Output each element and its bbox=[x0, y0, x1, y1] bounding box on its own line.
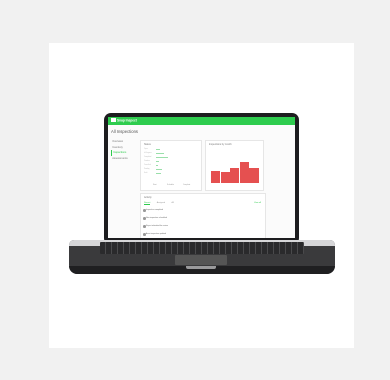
chart-bar bbox=[239, 161, 249, 183]
tab-recent[interactable]: Recent bbox=[144, 202, 151, 205]
status-row-label: Pending bbox=[144, 169, 150, 170]
brand-logo[interactable]: Snap Inspect bbox=[111, 118, 137, 123]
status-row-label: Overdue bbox=[144, 161, 150, 162]
status-row-label: In Progress bbox=[144, 153, 152, 154]
status-bar bbox=[156, 165, 158, 167]
status-bar bbox=[156, 173, 161, 175]
status-row-label: Completed bbox=[144, 157, 152, 158]
status-panel: Status Open In Progress Completed Overdu… bbox=[140, 140, 202, 191]
status-panel-title: Status bbox=[144, 143, 151, 146]
chart-bar bbox=[230, 168, 240, 183]
status-row-label: Cancelled bbox=[144, 165, 151, 166]
activity-panel-title: Activity bbox=[144, 196, 152, 199]
activity-item[interactable]: Report submitted for review bbox=[146, 225, 168, 227]
activity-item[interactable]: Inspection completed bbox=[146, 209, 163, 211]
sidebar: Overview Inventory Inspections Assessmen… bbox=[111, 139, 134, 161]
chart-bar bbox=[249, 168, 259, 183]
status-bar bbox=[156, 161, 159, 163]
chart-bar bbox=[220, 172, 230, 183]
chart-panel: Inspections by month bbox=[205, 140, 264, 191]
sidebar-item-assessments[interactable]: Assessments bbox=[111, 156, 134, 162]
activity-item[interactable]: New inspection scheduled bbox=[146, 217, 167, 219]
laptop-screen: Snap Inspect All Inspections Overview In… bbox=[108, 117, 295, 238]
status-bar bbox=[156, 153, 164, 155]
activity-tabs: Recent Assigned All bbox=[144, 202, 180, 205]
complete-button[interactable]: Complete bbox=[183, 184, 190, 186]
tab-all[interactable]: All bbox=[171, 202, 173, 204]
start-button[interactable]: Start bbox=[153, 184, 157, 186]
tab-assigned[interactable]: Assigned bbox=[157, 202, 165, 204]
lid-notch bbox=[186, 266, 216, 269]
chart-panel-title: Inspections by month bbox=[209, 143, 232, 146]
trackpad bbox=[175, 255, 227, 265]
status-row-label: Open bbox=[144, 149, 148, 150]
status-bar bbox=[156, 157, 168, 159]
activity-panel: Activity Recent Assigned All View all In… bbox=[140, 193, 266, 238]
keyboard bbox=[100, 242, 304, 254]
page-title: All Inspections bbox=[111, 129, 138, 134]
bar-chart bbox=[211, 159, 259, 183]
status-bar bbox=[156, 169, 162, 171]
view-all-link[interactable]: View all bbox=[254, 202, 261, 204]
chart-bar bbox=[211, 171, 221, 183]
status-row-label: Draft bbox=[144, 173, 148, 174]
app-header: Snap Inspect bbox=[108, 117, 295, 125]
logo-icon bbox=[111, 118, 116, 122]
brand-name: Snap Inspect bbox=[117, 118, 137, 123]
status-bar bbox=[156, 149, 160, 151]
schedule-button[interactable]: Schedule bbox=[167, 184, 174, 186]
activity-item[interactable]: Asset inspection updated bbox=[146, 233, 166, 235]
